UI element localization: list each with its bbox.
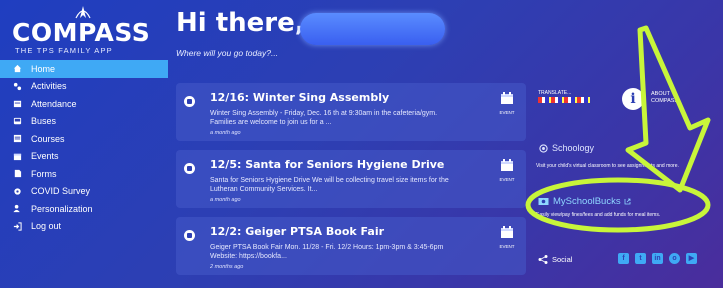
sidebar-item-label: Personalization <box>31 203 93 214</box>
twitter-icon[interactable]: t <box>635 253 646 264</box>
event-card[interactable]: 12/2: Geiger PTSA Book Fair Geiger PTSA … <box>176 217 526 275</box>
sidebar-item-label: Log out <box>31 221 62 232</box>
event-time: a month ago <box>210 130 241 136</box>
about-line2: COMPASS <box>651 98 679 104</box>
schoology-icon <box>539 143 548 153</box>
calendar-icon <box>501 159 513 171</box>
logo-tagline: THE TPS FAMILY APP <box>15 46 113 55</box>
instagram-icon[interactable]: o <box>669 253 680 264</box>
social-icons: f t in o ▶ <box>618 253 697 264</box>
sidebar-item-logout[interactable]: Log out <box>0 218 168 236</box>
sidebar-item-activities[interactable]: Activities <box>0 78 168 96</box>
sidebar-item-covid-survey[interactable]: COVID Survey <box>0 183 168 201</box>
event-bullet-icon <box>184 230 195 241</box>
event-badge-label: EVENT <box>499 110 515 115</box>
sidebar-item-label: Events <box>31 151 59 162</box>
home-icon <box>12 64 22 74</box>
calendar-icon <box>501 92 513 104</box>
sidebar-item-label: Attendance <box>31 98 77 109</box>
event-description: Winter Sing Assembly - Friday, Dec. 16 t… <box>210 110 438 126</box>
courses-icon <box>12 134 22 144</box>
calendar-icon <box>501 226 513 238</box>
money-icon <box>538 198 549 205</box>
bus-icon <box>12 116 22 126</box>
sidebar-item-attendance[interactable]: Attendance <box>0 95 168 113</box>
info-icon[interactable]: i <box>622 88 644 110</box>
about-compass-link[interactable]: ABOUT COMPASS <box>651 91 678 105</box>
about-line1: ABOUT <box>651 91 670 97</box>
sidebar-item-label: Forms <box>31 168 57 179</box>
event-badge-label: EVENT <box>499 244 515 249</box>
linkedin-icon[interactable]: in <box>652 253 663 264</box>
person-icon <box>12 204 22 214</box>
activities-icon <box>12 81 22 91</box>
facebook-icon[interactable]: f <box>618 253 629 264</box>
compass-logo[interactable]: COMPASS THE TPS FAMILY APP <box>12 4 152 56</box>
sidebar: COMPASS THE TPS FAMILY APP Home Activiti… <box>0 0 168 288</box>
event-badge: EVENT <box>498 158 516 182</box>
social-label-row: Social <box>538 255 572 264</box>
event-time: a month ago <box>210 197 241 203</box>
sidebar-item-courses[interactable]: Courses <box>0 130 168 148</box>
sidebar-item-events[interactable]: Events <box>0 148 168 166</box>
external-link-icon <box>624 198 630 205</box>
myschoolbucks-link[interactable]: MySchoolBucks <box>538 196 631 207</box>
sidebar-item-label: Home <box>31 63 56 74</box>
app-window: COMPASS THE TPS FAMILY APP Home Activiti… <box>0 0 723 288</box>
attendance-icon <box>12 99 22 109</box>
event-badge: EVENT <box>498 91 516 115</box>
schoology-description: Visit your child's virtual classroom to … <box>536 163 679 169</box>
schoology-label: Schoology <box>552 143 595 153</box>
sidebar-item-home[interactable]: Home <box>0 60 168 78</box>
event-bullet-icon <box>184 96 195 107</box>
language-flags-icon[interactable] <box>538 97 590 103</box>
calendar-icon <box>12 151 22 161</box>
gear-icon <box>12 186 22 196</box>
forms-icon <box>12 169 22 179</box>
right-panel: TRANSLATE... i ABOUT COMPASS Schoology V… <box>530 0 723 288</box>
sidebar-item-label: Courses <box>31 133 65 144</box>
sidebar-item-buses[interactable]: Buses <box>0 113 168 131</box>
event-bullet-icon <box>184 163 195 174</box>
schoology-link[interactable]: Schoology <box>539 143 594 153</box>
youtube-icon[interactable]: ▶ <box>686 253 697 264</box>
page-subtitle: Where will you go today?... <box>176 48 279 58</box>
sidebar-item-personalization[interactable]: Personalization <box>0 200 168 218</box>
logo-text: COMPASS <box>12 18 151 47</box>
event-title: 12/5: Santa for Seniors Hygiene Drive <box>210 158 445 171</box>
sidebar-nav: Home Activities Attendance Buses Courses… <box>0 60 168 235</box>
page-title: Hi there, <box>176 8 305 38</box>
event-description: Geiger PTSA Book Fair Mon. 11/28 - Fri. … <box>210 244 444 260</box>
event-badge-label: EVENT <box>499 177 515 182</box>
social-label: Social <box>552 255 573 264</box>
event-card[interactable]: 12/16: Winter Sing Assembly Winter Sing … <box>176 83 526 141</box>
logout-icon <box>12 221 22 231</box>
myschoolbucks-label: MySchoolBucks <box>553 196 621 207</box>
translate-link[interactable]: TRANSLATE... <box>538 90 571 96</box>
events-list: 12/16: Winter Sing Assembly Winter Sing … <box>176 83 526 284</box>
share-icon <box>538 255 548 264</box>
event-card[interactable]: 12/5: Santa for Seniors Hygiene Drive Sa… <box>176 150 526 208</box>
event-badge: EVENT <box>498 225 516 249</box>
redacted-name <box>300 13 445 45</box>
event-description: Santa for Seniors Hygiene Drive We will … <box>210 177 449 193</box>
myschoolbucks-description: Easily view/pay fines/fees and add funds… <box>536 212 661 218</box>
event-time: 2 months ago <box>210 264 244 270</box>
sidebar-item-label: Buses <box>31 116 57 127</box>
sidebar-item-label: Activities <box>31 81 67 92</box>
event-title: 12/2: Geiger PTSA Book Fair <box>210 225 385 238</box>
event-title: 12/16: Winter Sing Assembly <box>210 91 390 104</box>
sidebar-item-forms[interactable]: Forms <box>0 165 168 183</box>
sidebar-item-label: COVID Survey <box>31 186 91 197</box>
